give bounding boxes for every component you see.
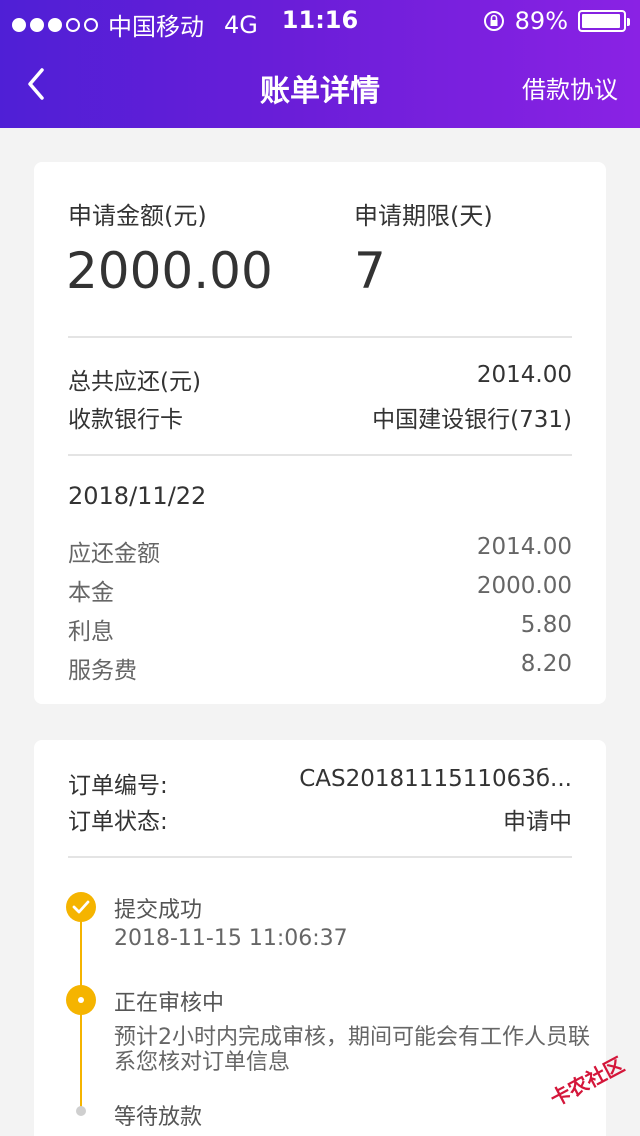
order-status-row: 订单状态: 申请中 xyxy=(68,802,572,836)
breakdown-label: 本金 xyxy=(68,580,114,606)
term-label: 申请期限(天) xyxy=(354,202,493,230)
amount-value: 2000.00 xyxy=(66,242,273,300)
breakdown-value: 5.80 xyxy=(520,612,572,638)
order-number-label: 订单编号: xyxy=(68,773,168,799)
breakdown-value: 2000.00 xyxy=(476,573,572,599)
navigation-bar: 账单详情 借款协议 xyxy=(0,42,640,128)
status-bar: 中国移动 4G 11:16 89% xyxy=(0,0,640,42)
amount-label: 申请金额(元) xyxy=(68,202,207,230)
timeline-pending-icon xyxy=(76,1106,86,1116)
timeline-connector xyxy=(80,1012,82,1110)
breakdown-label: 应还金额 xyxy=(68,541,160,567)
timeline-check-icon xyxy=(66,892,96,922)
breakdown-value: 2014.00 xyxy=(476,534,572,560)
divider xyxy=(68,336,572,338)
timeline-step-title: 等待放款 xyxy=(114,1105,203,1130)
bank-card-row: 收款银行卡 中国建设银行(731) xyxy=(68,400,572,434)
total-repay-label: 总共应还(元) xyxy=(68,369,201,395)
timeline-step-detail: 系您核对订单信息 xyxy=(114,1050,291,1075)
rotation-lock-icon xyxy=(483,11,504,31)
order-status-value: 申请中 xyxy=(503,809,572,835)
bank-card-value: 中国建设银行(731) xyxy=(372,407,572,433)
divider xyxy=(68,856,572,858)
loan-agreement-link[interactable]: 借款协议 xyxy=(522,70,618,105)
order-number-value: CAS2018111511063б... xyxy=(299,766,572,792)
watermark-logo: 卡农社区 xyxy=(546,1052,628,1111)
term-value: 7 xyxy=(354,242,386,300)
breakdown-label: 利息 xyxy=(68,619,114,645)
breakdown-row: 服务费 8.20 xyxy=(68,651,572,685)
breakdown-label: 服务费 xyxy=(68,658,137,684)
order-status-label: 订单状态: xyxy=(68,809,168,835)
order-number-row: 订单编号: CAS2018111511063б... xyxy=(68,766,572,800)
app-header: 中国移动 4G 11:16 89% 账单详情 借款协议 xyxy=(0,0,640,128)
timeline-step-detail: 2018-11-15 11:06:37 xyxy=(114,926,348,951)
total-repay-value: 2014.00 xyxy=(476,362,572,388)
breakdown-row: 利息 5.80 xyxy=(68,612,572,646)
divider xyxy=(68,454,572,456)
battery-percent: 89% xyxy=(514,7,568,35)
due-date: 2018/11/22 xyxy=(68,482,207,510)
watermark-text: 卡农社区 xyxy=(546,1052,628,1111)
breakdown-row: 应还金额 2014.00 xyxy=(68,534,572,568)
battery-icon xyxy=(578,10,630,32)
loan-summary-card: 申请金额(元) 申请期限(天) 2000.00 7 总共应还(元) 2014.0… xyxy=(34,162,606,704)
breakdown-row: 本金 2000.00 xyxy=(68,573,572,607)
timeline-current-icon xyxy=(66,985,96,1015)
bank-card-label: 收款银行卡 xyxy=(68,407,183,433)
breakdown-value: 8.20 xyxy=(520,651,572,677)
total-repay-row: 总共应还(元) 2014.00 xyxy=(68,362,572,396)
timeline-step-title: 提交成功 xyxy=(114,898,203,923)
timeline-step-title: 正在审核中 xyxy=(114,991,225,1016)
